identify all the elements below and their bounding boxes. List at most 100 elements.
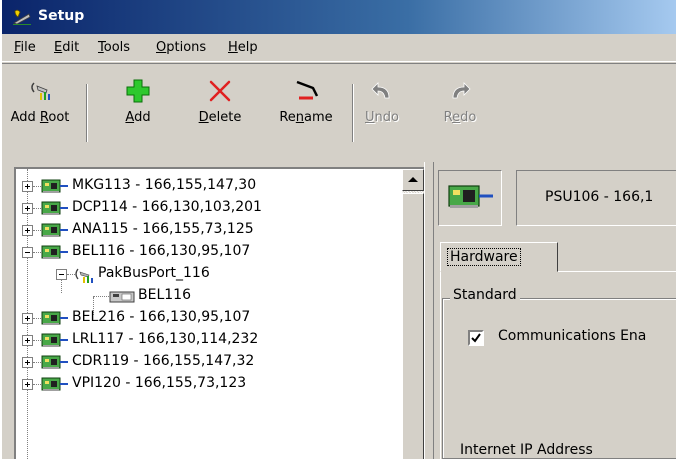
rename-label-post: ame	[304, 110, 333, 125]
tree-node-label: CDR119 - 166,155,147,32	[72, 353, 255, 369]
datalogger-icon	[41, 244, 69, 264]
datalogger-icon	[41, 200, 69, 220]
rename-icon	[296, 80, 319, 100]
tree-node-label: VPI120 - 166,155,73,123	[72, 375, 247, 391]
expand-plus-icon[interactable]	[22, 313, 33, 324]
toolbar: Add Root Add Delete Rename Undo Redo	[2, 63, 676, 161]
menu-options-accel: O	[156, 40, 167, 55]
redo-label-pre: R	[443, 110, 453, 125]
undo-label-post: ndo	[374, 110, 399, 125]
menu-tools-rest: ools	[103, 40, 131, 55]
collapse-minus-icon[interactable]	[56, 269, 67, 280]
add-plus-icon	[126, 79, 150, 103]
delete-label-accel: D	[198, 110, 209, 125]
datalogger-icon	[41, 178, 69, 198]
tree-line	[33, 318, 41, 319]
tree-node-label: DCP114 - 166,130,103,201	[72, 199, 262, 215]
device-header: PSU106 - 166,1	[438, 168, 676, 228]
tree-node-label: MKG113 - 166,155,147,30	[72, 177, 257, 193]
datalogger-icon	[41, 376, 69, 396]
datalogger-icon	[41, 310, 69, 330]
tree-line	[93, 296, 109, 297]
delete-x-icon	[209, 80, 231, 102]
scroll-up-arrow-icon[interactable]	[402, 169, 424, 191]
tree-line	[33, 340, 41, 341]
tree-node-label: ANA115 - 166,155,73,125	[72, 221, 254, 237]
pakbus-port-icon	[74, 266, 96, 288]
menu-edit-rest: dit	[62, 40, 80, 55]
tree-node-label: BEL116	[138, 287, 191, 303]
undo-button[interactable]: Undo	[342, 78, 422, 148]
rename-button[interactable]: Rename	[266, 78, 346, 148]
device-title-box: PSU106 - 166,1	[516, 170, 676, 226]
expand-plus-icon[interactable]	[22, 379, 33, 390]
menu-help[interactable]: Help	[228, 40, 258, 55]
menu-file-rest: ile	[20, 40, 36, 55]
communications-enabled-checkbox[interactable]	[468, 330, 484, 346]
redo-arrow-icon	[452, 82, 471, 99]
add-root-label-pre: Add	[10, 110, 40, 125]
tree-scrollbar[interactable]	[402, 169, 424, 459]
tab-hardware-label: Hardware	[447, 248, 521, 266]
tree-line	[33, 208, 41, 209]
undo-label-accel: U	[365, 110, 375, 125]
device-settings-panel: PSU106 - 166,1 Hardware Standard Communi…	[434, 162, 676, 459]
menu-edit[interactable]: Edit	[54, 40, 79, 55]
scroll-thumb[interactable]	[402, 193, 424, 459]
cr-logger-icon	[109, 290, 135, 308]
expand-plus-icon[interactable]	[22, 225, 33, 236]
redo-button[interactable]: Redo	[420, 78, 500, 148]
delete-label-post: elete	[208, 110, 242, 125]
setup-app-icon	[12, 8, 32, 26]
standard-group-label: Standard	[450, 287, 520, 303]
add-label-accel: A	[125, 110, 135, 125]
pane-splitter[interactable]	[424, 162, 434, 459]
expand-plus-icon[interactable]	[22, 203, 33, 214]
setup-window: Setup File Edit Tools Options Help Add R…	[0, 0, 676, 459]
menu-help-rest: elp	[237, 40, 258, 55]
menu-edit-accel: E	[54, 40, 63, 55]
device-title: PSU106 - 166,1	[545, 189, 654, 205]
tree-node-label: PakBusPort_116	[98, 265, 210, 281]
network-tree[interactable]: MKG113 - 166,155,147,30 DCP114 - 166,130…	[14, 167, 424, 459]
delete-button[interactable]: Delete	[180, 78, 260, 148]
datalogger-icon	[41, 354, 69, 374]
add-label-post: dd	[134, 110, 151, 125]
title-bar[interactable]: Setup	[2, 0, 676, 34]
rename-label-accel: n	[295, 110, 305, 125]
tab-hardware[interactable]: Hardware	[440, 242, 558, 272]
communications-enabled-label: Communications Ena	[498, 328, 647, 344]
standard-groupbox	[442, 298, 676, 459]
menu-help-accel: H	[228, 40, 238, 55]
redo-label-post: do	[460, 110, 477, 125]
expand-plus-icon[interactable]	[22, 181, 33, 192]
tree-node-label: BEL216 - 166,130,95,107	[72, 309, 251, 325]
menu-options-rest: ptions	[166, 40, 207, 55]
undo-arrow-icon	[371, 82, 390, 99]
add-root-button[interactable]: Add Root	[2, 78, 80, 148]
window-title: Setup	[38, 8, 85, 24]
tree-line	[33, 252, 41, 253]
tree-line	[33, 186, 41, 187]
menu-options[interactable]: Options	[156, 40, 206, 55]
datalogger-icon	[41, 332, 69, 352]
expand-plus-icon[interactable]	[22, 335, 33, 346]
collapse-minus-icon[interactable]	[22, 247, 33, 258]
internet-ip-address-label: Internet IP Address	[460, 442, 593, 458]
tree-node-label: BEL116 - 166,130,95,107	[72, 243, 251, 259]
toolbar-separator	[86, 84, 88, 142]
menu-bar: File Edit Tools Options Help	[2, 34, 676, 62]
device-icon-frame	[438, 170, 502, 226]
tree-line	[33, 362, 41, 363]
tree-line	[33, 384, 41, 385]
menu-tools[interactable]: Tools	[98, 40, 130, 55]
tree-node-label: LRL117 - 166,130,114,232	[72, 331, 259, 347]
checkmark-icon	[471, 333, 481, 343]
redo-label-accel: e	[452, 110, 461, 125]
expand-plus-icon[interactable]	[22, 357, 33, 368]
add-button[interactable]: Add	[98, 78, 178, 148]
add-root-label-post: oot	[48, 110, 70, 125]
rename-label-pre: Re	[279, 110, 296, 125]
menu-file[interactable]: File	[14, 40, 36, 55]
datalogger-icon	[41, 222, 69, 242]
